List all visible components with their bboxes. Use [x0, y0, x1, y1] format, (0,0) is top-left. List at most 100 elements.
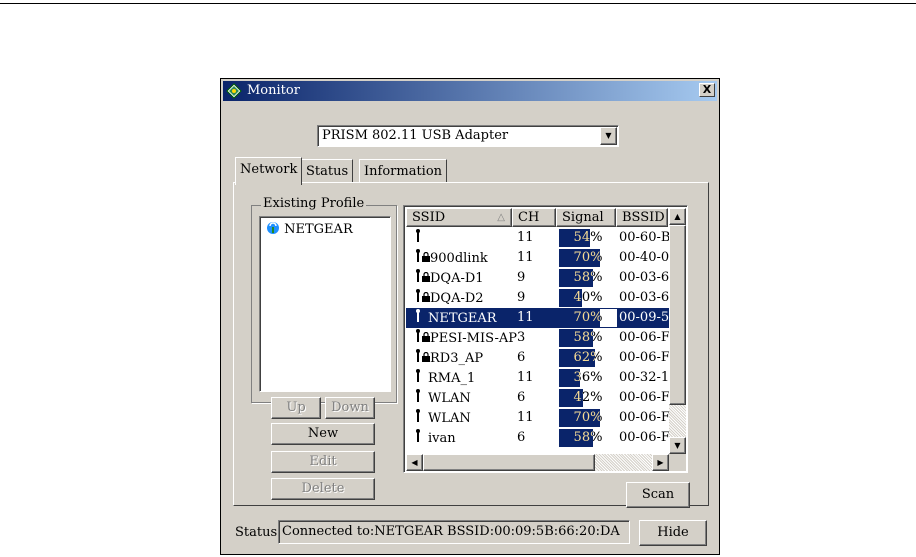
status-text: Connected to:NETGEAR BSSID:00:09:5B:66:2…: [282, 524, 620, 539]
down-button-label: Down: [331, 400, 369, 415]
signal-strength-label: 58%: [573, 430, 603, 445]
adapter-select[interactable]: PRISM 802.11 USB Adapter ▼: [317, 125, 619, 147]
tab-network-label: Network: [240, 162, 298, 177]
antenna-icon: [414, 229, 422, 246]
up-button[interactable]: Up: [271, 397, 321, 419]
scroll-down-icon: ▼: [674, 441, 681, 450]
network-ssid-label: RD3_AP: [430, 351, 484, 366]
network-ssid-label: ivan: [428, 431, 456, 446]
vertical-scroll-thumb[interactable]: [669, 225, 686, 405]
network-bssid-cell: 00-03-6I: [619, 290, 670, 305]
vertical-scrollbar[interactable]: ▲ ▼: [669, 208, 686, 454]
network-ssid-cell: NETGEAR: [414, 308, 518, 329]
network-channel-cell: 9: [517, 290, 526, 305]
network-list[interactable]: SSID △ CH Signal BSSID 11 54% 00-60-B. 900d…: [403, 205, 688, 473]
scroll-right-button[interactable]: ▶: [652, 454, 669, 471]
network-channel-cell: 6: [517, 430, 526, 445]
status-label: Status: [235, 525, 278, 540]
scroll-up-button[interactable]: ▲: [669, 208, 686, 225]
horizontal-scrollbar[interactable]: ◀ ▶: [406, 454, 669, 471]
network-row[interactable]: WLAN 11 70% 00-06-F4: [406, 408, 670, 428]
scroll-right-icon: ▶: [657, 458, 664, 467]
network-row[interactable]: RD3_AP 6 62% 00-06-F4: [406, 348, 670, 368]
network-bssid-cell: 00-40-05: [619, 250, 670, 265]
network-bssid-cell: 00-06-F4: [619, 410, 670, 425]
signal-strength-bar: 40%: [559, 289, 617, 307]
column-header-ch[interactable]: CH: [512, 208, 556, 227]
column-header-bssid-label: BSSID: [622, 210, 665, 225]
network-channel-cell: 11: [517, 310, 534, 325]
network-row[interactable]: DQA-D1 9 58% 00-03-6I: [406, 268, 670, 288]
column-header-signal[interactable]: Signal: [556, 208, 616, 227]
network-ssid-cell: DQA-D2: [414, 288, 518, 309]
lock-icon: [422, 351, 430, 366]
scroll-down-button[interactable]: ▼: [669, 437, 686, 454]
network-ssid-cell: 900dlink: [414, 248, 518, 269]
network-ssid-label: RMA_1: [428, 371, 476, 386]
antenna-icon: [414, 289, 422, 306]
column-header-bssid[interactable]: BSSID: [616, 208, 668, 227]
network-row[interactable]: NETGEAR 11 70% 00-09-5I: [406, 308, 670, 328]
signal-strength-label: 70%: [573, 310, 603, 325]
network-bssid-cell: 00-60-B.: [619, 230, 670, 245]
network-channel-cell: 11: [517, 230, 534, 245]
scroll-left-icon: ◀: [411, 458, 418, 467]
antenna-icon: [414, 309, 422, 326]
profile-item-label: NETGEAR: [284, 222, 353, 237]
antenna-icon: [414, 369, 422, 386]
tab-information[interactable]: Information: [359, 159, 448, 183]
delete-button-label: Delete: [301, 481, 345, 496]
network-bssid-cell: 00-06-F4: [619, 330, 670, 345]
network-channel-cell: 9: [517, 270, 526, 285]
adapter-dropdown-button[interactable]: ▼: [600, 127, 617, 145]
column-header-ssid-label: SSID: [412, 210, 446, 225]
scroll-left-button[interactable]: ◀: [406, 454, 423, 471]
signal-strength-bar: 54%: [559, 229, 617, 247]
signal-strength-bar: 70%: [559, 409, 617, 427]
network-channel-cell: 6: [517, 350, 526, 365]
signal-strength-label: 58%: [573, 330, 603, 345]
tab-information-label: Information: [364, 164, 443, 179]
close-icon: X: [702, 83, 712, 96]
scan-button[interactable]: Scan: [626, 482, 690, 508]
network-row[interactable]: ivan 6 58% 00-06-F4: [406, 428, 670, 448]
antenna-icon: [414, 429, 422, 446]
title-bar[interactable]: Monitor X: [223, 81, 717, 101]
network-ssid-label: 900dlink: [430, 251, 488, 266]
network-ssid-cell: [414, 228, 518, 249]
lock-icon: [422, 251, 430, 266]
adapter-select-value: PRISM 802.11 USB Adapter: [322, 128, 509, 143]
network-ssid-cell: DQA-D1: [414, 268, 518, 289]
profile-list[interactable]: NETGEAR: [259, 216, 391, 392]
delete-button[interactable]: Delete: [271, 478, 375, 500]
down-button[interactable]: Down: [325, 397, 375, 419]
antenna-icon: [414, 269, 422, 286]
network-row[interactable]: PESI-MIS-AP3 58% 00-06-F4: [406, 328, 670, 348]
close-button[interactable]: X: [699, 83, 715, 97]
network-row[interactable]: WLAN 6 42% 00-06-F4: [406, 388, 670, 408]
signal-strength-bar: 58%: [559, 269, 617, 287]
horizontal-scroll-thumb[interactable]: [423, 454, 595, 471]
antenna-icon: [414, 409, 422, 426]
edit-button-label: Edit: [309, 454, 337, 469]
network-channel-cell: 11: [517, 250, 534, 265]
profile-item[interactable]: NETGEAR: [266, 221, 353, 237]
tab-network[interactable]: Network: [235, 157, 303, 185]
tab-status[interactable]: Status: [301, 159, 354, 183]
network-row[interactable]: 11 54% 00-60-B.: [406, 228, 670, 248]
network-ssid-cell: RMA_1: [414, 368, 518, 389]
page-top-rule: [0, 3, 916, 4]
hide-button[interactable]: Hide: [639, 520, 707, 546]
network-row[interactable]: RMA_1 11 36% 00-32-15: [406, 368, 670, 388]
hide-button-label: Hide: [657, 525, 689, 540]
column-header-ssid[interactable]: SSID △: [406, 208, 512, 227]
new-button[interactable]: New: [271, 423, 375, 445]
signal-strength-bar: 42%: [559, 389, 617, 407]
network-row[interactable]: DQA-D2 9 40% 00-03-6I: [406, 288, 670, 308]
edit-button[interactable]: Edit: [271, 451, 375, 473]
network-row[interactable]: 900dlink 11 70% 00-40-05: [406, 248, 670, 268]
scroll-up-icon: ▲: [674, 212, 681, 221]
signal-strength-label: 70%: [573, 410, 603, 425]
column-header-ch-label: CH: [518, 210, 540, 225]
network-ssid-label: NETGEAR: [428, 311, 497, 326]
